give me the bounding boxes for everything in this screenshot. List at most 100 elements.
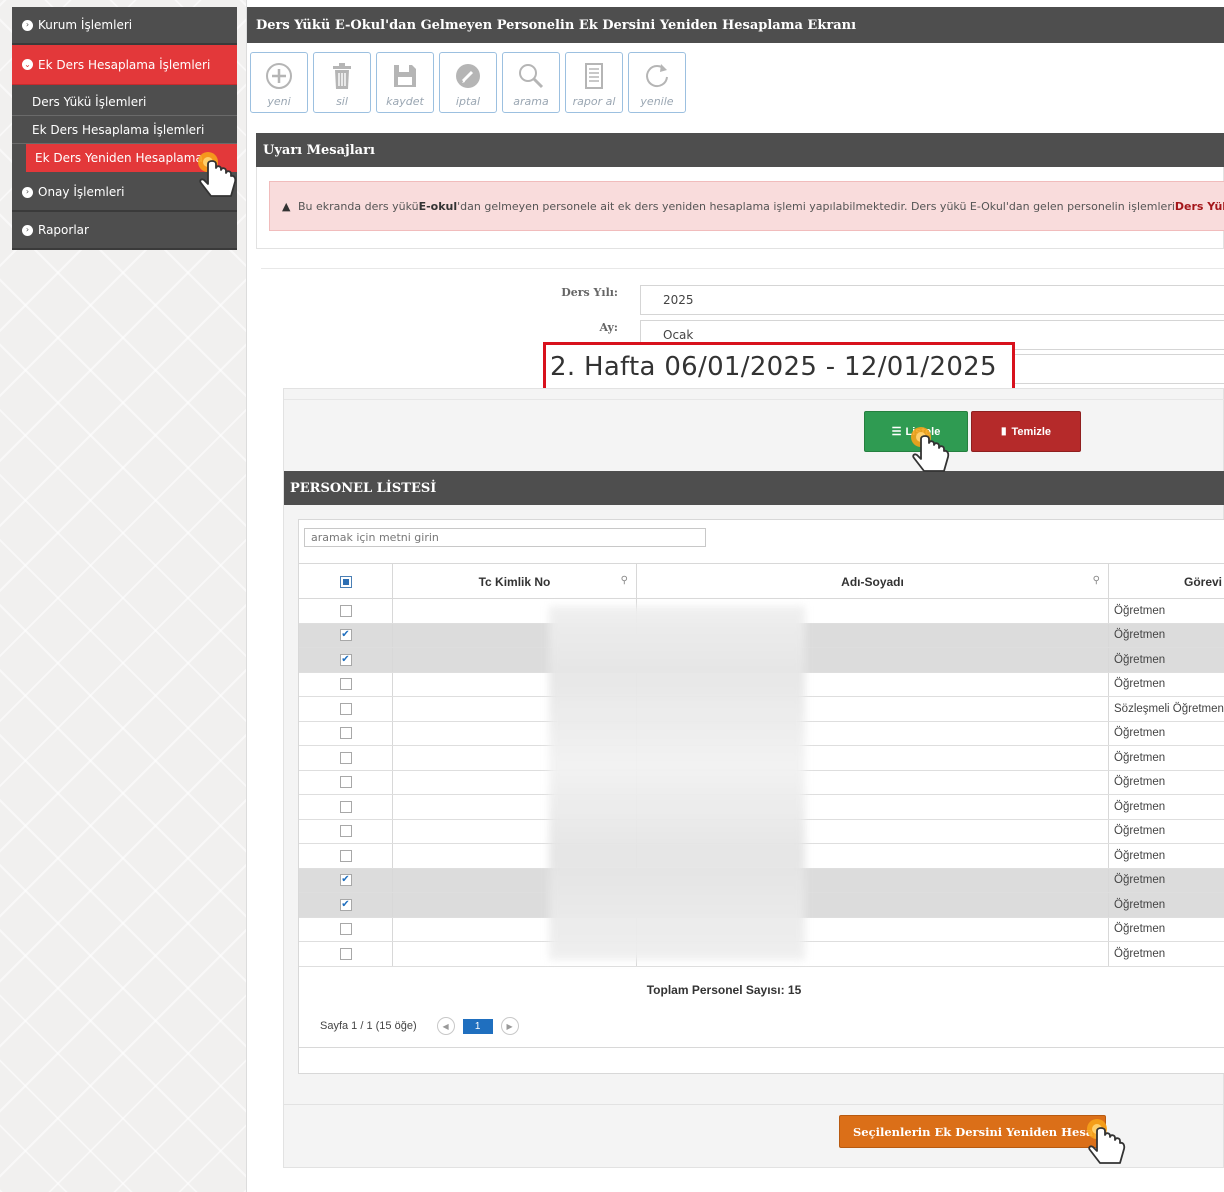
submenu-item-ek-ders-hesaplama[interactable]: Ek Ders Hesaplama İşlemleri: [12, 116, 237, 144]
submenu-item-ders-yuku[interactable]: Ders Yükü İşlemleri: [12, 88, 237, 116]
report-icon: [585, 63, 603, 89]
row-checkbox[interactable]: [339, 751, 352, 764]
chevron-down-icon: ⌄: [22, 59, 33, 70]
row-checkbox[interactable]: [339, 849, 352, 862]
page-number[interactable]: 1: [462, 1018, 493, 1034]
role-cell: Öğretmen: [1114, 727, 1166, 740]
filter-pin-icon[interactable]: ⚲: [1093, 575, 1100, 586]
clear-button-label: Temizle: [1011, 425, 1052, 438]
row-checkbox[interactable]: ✔: [339, 653, 352, 666]
filter-pin-icon[interactable]: ⚲: [621, 575, 628, 586]
sidebar-item-label: Onay İşlemleri: [38, 185, 125, 199]
sidebar-menu: › Kurum İşlemleri ⌄ Ek Ders Hesaplama İş…: [12, 7, 237, 250]
row-select-cell[interactable]: ✔: [299, 623, 393, 647]
row-select-cell[interactable]: [299, 917, 393, 941]
sidebar-submenu: Ders Yükü İşlemleri Ek Ders Hesaplama İş…: [12, 85, 237, 174]
search-button[interactable]: arama: [502, 52, 560, 113]
main-content: Ders Yükü E-Okul'dan Gelmeyen Personelin…: [247, 0, 1224, 1192]
role-cell: Öğretmen: [1114, 653, 1166, 666]
row-select-cell[interactable]: [299, 819, 393, 843]
header-name[interactable]: Adı-Soyadı ⚲: [637, 564, 1109, 599]
row-select-cell[interactable]: [299, 697, 393, 721]
sidebar-item-label: Ek Ders Hesaplama İşlemleri: [38, 57, 211, 72]
row-select-cell[interactable]: [299, 770, 393, 794]
role-cell: Öğretmen: [1114, 825, 1166, 838]
personnel-grid: aramak için metni girin Tc Kimlik No ⚲ A…: [298, 519, 1224, 1074]
row-select-cell[interactable]: [299, 844, 393, 868]
row-checkbox[interactable]: ✔: [339, 898, 352, 911]
warnings-panel: ▲ Bu ekranda ders yükü E-okul'dan gelmey…: [256, 167, 1224, 249]
week-selection-highlight[interactable]: 2. Hafta 06/01/2025 - 12/01/2025: [543, 342, 1015, 392]
row-checkbox[interactable]: [339, 776, 352, 789]
row-checkbox[interactable]: [339, 800, 352, 813]
row-checkbox[interactable]: [339, 604, 352, 617]
row-select-cell[interactable]: [299, 746, 393, 770]
cancel-button[interactable]: iptal: [439, 52, 497, 113]
list-button[interactable]: ☰ Listele: [864, 411, 968, 452]
role-cell: Sözleşmeli Öğretmen: [1114, 702, 1224, 715]
page-title: Ders Yükü E-Okul'dan Gelmeyen Personelin…: [247, 7, 1224, 43]
role-cell: Öğretmen: [1114, 800, 1166, 813]
row-select-cell[interactable]: [299, 942, 393, 966]
row-checkbox[interactable]: [339, 947, 352, 960]
row-select-cell[interactable]: ✔: [299, 868, 393, 892]
sidebar-item-kurum-islemleri[interactable]: › Kurum İşlemleri: [12, 7, 237, 45]
search-icon: [519, 64, 544, 89]
row-select-cell[interactable]: ✔: [299, 893, 393, 917]
role-cell: Öğretmen: [1114, 678, 1166, 691]
list-icon: ☰: [891, 426, 902, 438]
row-checkbox[interactable]: [339, 702, 352, 715]
chevron-right-icon: ›: [22, 186, 33, 198]
plus-circle-icon: [266, 63, 292, 89]
submenu-item-label: Ek Ders Yeniden Hesaplama: [35, 151, 203, 165]
grid-header: Tc Kimlik No ⚲ Adı-Soyadı ⚲ Görevi: [299, 563, 1224, 599]
sidebar-item-label: Kurum İşlemleri: [38, 18, 133, 32]
header-tc[interactable]: Tc Kimlik No ⚲: [393, 564, 637, 599]
warning-text-1: Bu ekranda ders yükü: [298, 199, 419, 213]
header-role[interactable]: Görevi: [1109, 564, 1224, 599]
row-select-cell[interactable]: ✔: [299, 648, 393, 672]
header-select-all[interactable]: [299, 564, 393, 599]
total-count: Toplam Personel Sayısı: 15: [646, 983, 802, 997]
row-checkbox[interactable]: ✔: [339, 874, 352, 887]
month-label: Ay:: [599, 321, 618, 334]
report-button[interactable]: rapor al: [565, 52, 623, 113]
row-checkbox[interactable]: [339, 678, 352, 691]
row-checkbox[interactable]: [339, 727, 352, 740]
recalculate-selected-button[interactable]: Seçilenlerin Ek Dersini Yeniden Hesapla: [839, 1115, 1106, 1148]
row-select-cell[interactable]: [299, 795, 393, 819]
select-all-checkbox[interactable]: [339, 575, 352, 588]
role-cell: Öğretmen: [1114, 751, 1166, 764]
submenu-item-ek-ders-yeniden-hesaplama[interactable]: Ek Ders Yeniden Hesaplama: [26, 144, 237, 172]
sidebar: › Kurum İşlemleri ⌄ Ek Ders Hesaplama İş…: [0, 0, 247, 1192]
pager-text: Sayfa 1 / 1 (15 öğe): [320, 1020, 417, 1032]
row-checkbox[interactable]: [339, 825, 352, 838]
refresh-icon: [646, 64, 668, 88]
row-checkbox[interactable]: [339, 923, 352, 936]
role-cell: Öğretmen: [1114, 776, 1166, 789]
sidebar-item-raporlar[interactable]: › Raporlar: [12, 212, 237, 250]
row-checkbox[interactable]: ✔: [339, 629, 352, 642]
save-button[interactable]: kaydet: [376, 52, 434, 113]
clear-button[interactable]: ▮ Temizle: [971, 411, 1081, 452]
sidebar-item-label: Raporlar: [38, 223, 89, 237]
new-button[interactable]: yeni: [250, 52, 308, 113]
row-select-cell[interactable]: [299, 672, 393, 696]
grid-search-input[interactable]: aramak için metni girin: [304, 528, 706, 547]
row-select-cell[interactable]: [299, 721, 393, 745]
refresh-button[interactable]: yenile: [628, 52, 686, 113]
floppy-icon: [394, 65, 416, 87]
sidebar-item-ek-ders-hesaplama[interactable]: ⌄ Ek Ders Hesaplama İşlemleri: [12, 45, 237, 85]
role-cell: Öğretmen: [1114, 604, 1166, 617]
warning-text-bold: E-okul: [418, 199, 458, 213]
submenu-item-label: Ders Yükü İşlemleri: [32, 94, 147, 109]
delete-button[interactable]: sil: [313, 52, 371, 113]
trash-icon: [333, 63, 351, 89]
year-field[interactable]: 2025: [640, 285, 1224, 315]
row-select-cell[interactable]: [299, 599, 393, 623]
sidebar-item-onay-islemleri[interactable]: › Onay İşlemleri: [12, 174, 237, 212]
pager: Sayfa 1 / 1 (15 öğe) ◀ 1 ▶: [320, 1017, 519, 1035]
warning-alert: ▲ Bu ekranda ders yükü E-okul'dan gelmey…: [269, 181, 1224, 231]
next-page-icon[interactable]: ▶: [500, 1017, 519, 1035]
prev-page-icon[interactable]: ◀: [436, 1017, 455, 1035]
